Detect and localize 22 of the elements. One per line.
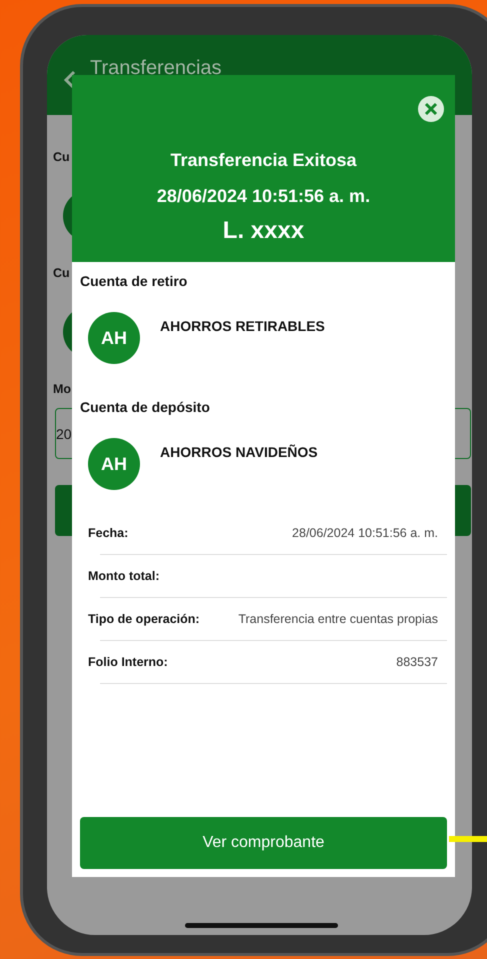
- detail-value: 883537: [396, 655, 438, 669]
- field-label: Cu: [53, 149, 70, 166]
- detail-value: 28/06/2024 10:51:56 a. m.: [292, 526, 438, 540]
- transfer-datetime: 28/06/2024 10:51:56 a. m.: [156, 185, 370, 208]
- detail-label: Folio Interno:: [88, 655, 168, 669]
- detail-label: Monto total:: [88, 569, 160, 583]
- screen-title: Transferencias: [90, 57, 222, 80]
- field-label: Cu: [53, 265, 70, 282]
- section-heading: Cuenta de retiro: [80, 272, 188, 291]
- transfer-amount: L. xxxx: [222, 217, 304, 245]
- field-label: Mo: [53, 381, 72, 398]
- detail-label: Tipo de operación:: [88, 612, 200, 626]
- dialog-title: Transferencia Exitosa: [170, 149, 357, 172]
- back-icon[interactable]: [64, 70, 76, 90]
- close-icon[interactable]: [418, 96, 444, 122]
- section-heading: Cuenta de depósito: [80, 398, 211, 417]
- account-avatar: AH: [88, 438, 140, 490]
- account-name: AHORROS RETIRABLES: [160, 318, 325, 334]
- detail-value: Transferencia entre cuentas propias: [238, 612, 438, 626]
- view-receipt-button[interactable]: Ver comprobante: [80, 817, 447, 869]
- detail-label: Fecha:: [88, 526, 128, 540]
- account-name: AHORROS NAVIDEÑOS: [160, 444, 318, 460]
